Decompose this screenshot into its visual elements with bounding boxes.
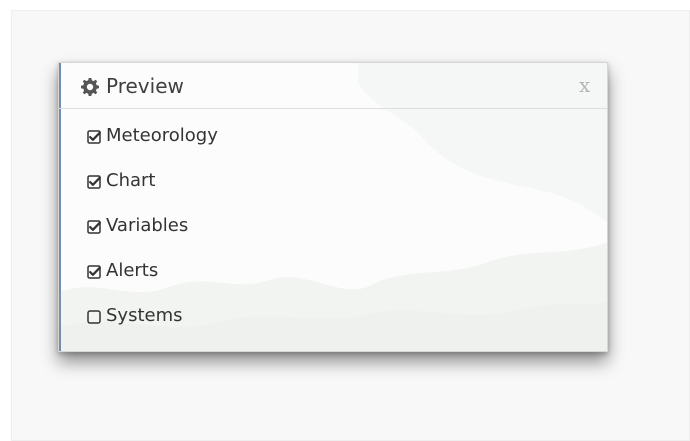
preview-option-systems[interactable]: Systems (87, 303, 327, 329)
panel-title-bar: Preview x (59, 63, 607, 109)
checked-checkbox-icon (87, 129, 101, 144)
preview-option-alerts[interactable]: Alerts (87, 258, 327, 284)
checked-checkbox-icon (87, 264, 101, 279)
checked-checkbox-icon (87, 219, 101, 234)
preview-option-meteorology[interactable]: Meteorology (87, 123, 327, 149)
preview-option-label: Meteorology (106, 125, 218, 146)
preview-option-label: Chart (106, 170, 156, 191)
preview-option-variables[interactable]: Variables (87, 213, 327, 239)
screenshot-stage: Preview x Meteorology Chart Variables Al… (0, 0, 690, 441)
unchecked-checkbox-icon (87, 309, 101, 324)
close-button[interactable]: x (579, 74, 593, 96)
preview-option-chart[interactable]: Chart (87, 168, 327, 194)
checked-checkbox-icon (87, 174, 101, 189)
preview-panel: Preview x Meteorology Chart Variables Al… (58, 62, 608, 352)
preview-option-label: Alerts (106, 260, 159, 281)
preview-option-label: Systems (106, 305, 183, 326)
preview-option-label: Variables (106, 215, 189, 236)
panel-title: Preview (106, 74, 184, 98)
gear-icon (81, 78, 99, 96)
